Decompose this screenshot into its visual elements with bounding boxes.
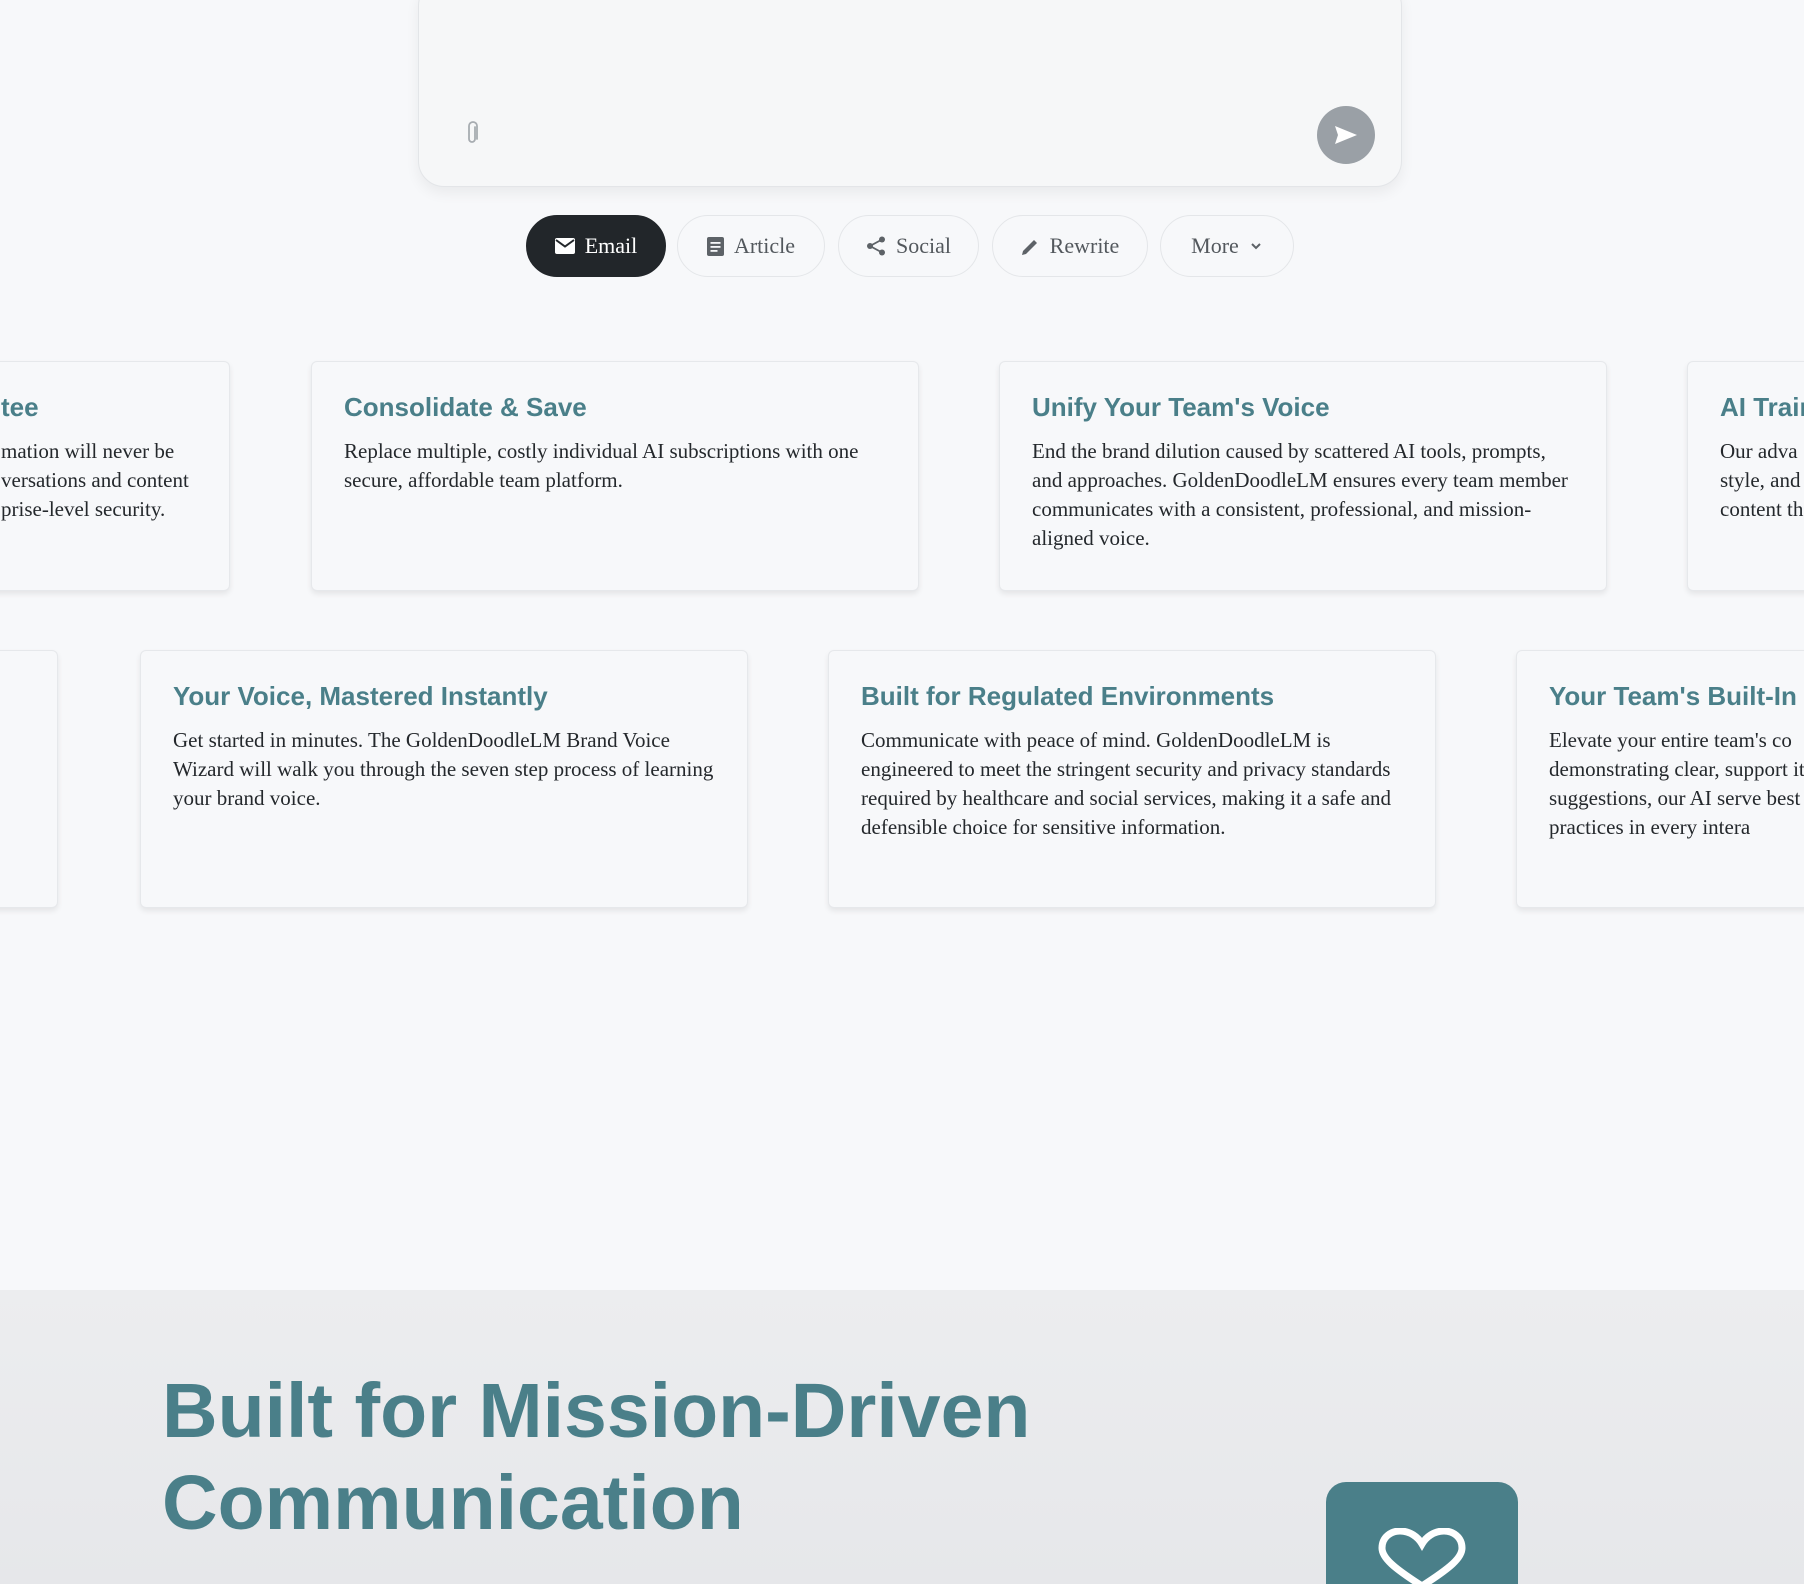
landing-page: Email Article Social Rewrite More tee ma…: [0, 0, 1804, 1584]
feature-card-title: Your Voice, Mastered Instantly: [173, 681, 548, 711]
feature-card: Unify Your Team's Voice End the brand di…: [999, 361, 1607, 591]
feature-card-body: Communicate with peace of mind. GoldenDo…: [861, 728, 1392, 839]
feature-card: Consolidate & Save Replace multiple, cos…: [311, 361, 919, 591]
feature-card: Your Voice, Mastered Instantly Get start…: [140, 650, 748, 908]
chip-label: Article: [733, 233, 796, 258]
heart-icon: [1378, 1528, 1466, 1584]
mail-icon: [554, 238, 575, 254]
share-icon: [867, 236, 885, 256]
feature-card-title: Consolidate & Save: [344, 392, 587, 422]
send-arrow-icon: [1335, 126, 1357, 144]
mode-chip-bar: Email Article Social Rewrite More: [0, 215, 1804, 277]
mission-section: Built for Mission-Driven Communication: [0, 1290, 1804, 1584]
chip-label: More: [1191, 233, 1239, 258]
feature-card: AI Train Our adva style, and content th: [1687, 361, 1804, 591]
feature-card-title: Unify Your Team's Voice: [1032, 392, 1330, 422]
send-button[interactable]: [1317, 106, 1375, 164]
chip-label: Social: [896, 233, 951, 258]
chip-label: Rewrite: [1049, 233, 1120, 258]
feature-card-title: Your Team's Built-In C: [1549, 681, 1804, 711]
feature-card: tee mation will never be versations and …: [0, 361, 230, 591]
chip-rewrite[interactable]: Rewrite: [992, 215, 1148, 277]
feature-card-body: mation will never be versations and cont…: [1, 439, 189, 521]
chip-label: Email: [584, 233, 638, 258]
mission-badge: [1326, 1482, 1518, 1584]
paperclip-icon[interactable]: [463, 121, 481, 147]
chevron-down-icon: [1251, 243, 1261, 250]
feature-card: Your Team's Built-In C Elevate your enti…: [1516, 650, 1804, 908]
feature-card-body: End the brand dilution caused by scatter…: [1032, 439, 1568, 550]
feature-card-title: AI Train: [1720, 392, 1804, 422]
chip-article[interactable]: Article: [677, 215, 825, 277]
pencil-icon: [1021, 239, 1037, 255]
feature-card-body: Our adva style, and content th: [1720, 439, 1804, 521]
feature-card-title: Built for Regulated Environments: [861, 681, 1275, 711]
chip-social[interactable]: Social: [838, 215, 979, 277]
feature-card-body: Get started in minutes. The GoldenDoodle…: [173, 728, 714, 810]
chip-more[interactable]: More: [1160, 215, 1294, 277]
section-heading: Built for Mission-Driven Communication: [162, 1368, 1031, 1546]
feature-card-body: Elevate your entire team's co demonstrat…: [1549, 728, 1804, 839]
feature-card-body: Replace multiple, costly individual AI s…: [344, 439, 859, 492]
document-icon: [706, 236, 724, 256]
chip-email[interactable]: Email: [526, 215, 666, 277]
feature-card: Built for Regulated Environments Communi…: [828, 650, 1436, 908]
feature-card-title: tee: [1, 392, 39, 422]
prompt-composer[interactable]: [418, 0, 1402, 187]
feature-card: [0, 650, 58, 908]
